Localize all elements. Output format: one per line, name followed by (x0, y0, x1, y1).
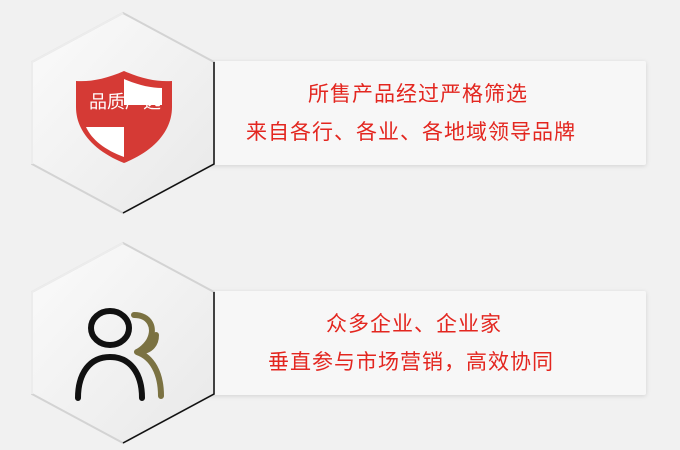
quality-shield-icon: 品质严选 (72, 69, 176, 165)
shield-label: 品质严选 (89, 92, 161, 113)
people-icon (75, 308, 164, 401)
feature-line: 来自各行、各业、各地域领导品牌 (246, 120, 576, 144)
feature-quality: 所售产品经过严格筛选 来自各行、各业、各地域领导品牌 品质严选 (0, 10, 680, 215)
people-group-icon (70, 295, 170, 405)
feature-enterprise: 众多企业、企业家 垂直参与市场营销，高效协同 (0, 240, 680, 445)
feature-card: 众多企业、企业家 垂直参与市场营销，高效协同 (150, 291, 646, 395)
feature-card: 所售产品经过严格筛选 来自各行、各业、各地域领导品牌 (150, 61, 646, 165)
feature-line: 垂直参与市场营销，高效协同 (268, 350, 554, 374)
feature-line: 所售产品经过严格筛选 (308, 82, 528, 106)
shield-icon (76, 71, 172, 163)
feature-line: 众多企业、企业家 (326, 312, 502, 336)
